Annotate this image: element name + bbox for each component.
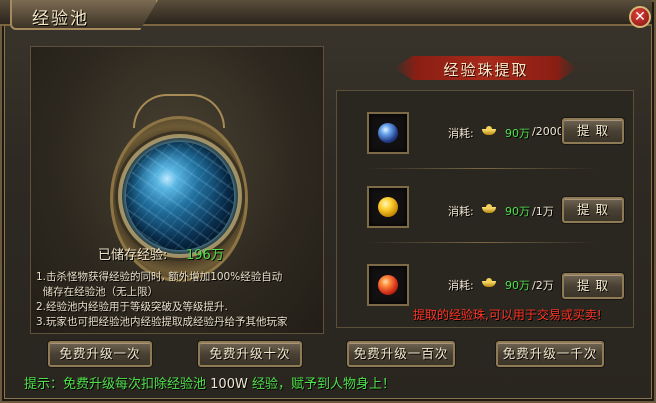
cost-have: 90万 — [505, 279, 530, 292]
cost-label: 消耗: — [448, 279, 474, 292]
gold-ingot-icon — [482, 126, 496, 135]
gold-ingot-icon — [482, 278, 496, 287]
stored-exp-label: 已储存经验: — [98, 248, 168, 263]
red-orb-icon — [378, 275, 398, 295]
cost-need: /1万 — [532, 205, 554, 218]
tip-text: 提示：免费升级每次扣除经验池 100W 经验，赋予到人物身上！ — [24, 373, 395, 392]
cost-need: /2万 — [532, 279, 554, 292]
extract-title: 经验珠提取 — [443, 61, 529, 79]
trade-note: 提取的经验珠,可以用于交易或买卖! — [413, 308, 602, 322]
gold-ingot-icon — [482, 204, 496, 213]
bead-slot-1 — [367, 112, 409, 154]
bead-slot-3 — [367, 264, 409, 306]
tip-suffix: 经验，赋予到人物身上！ — [251, 377, 395, 392]
note-line: 储存在经验池（无上限） — [36, 286, 159, 298]
row-divider — [366, 168, 600, 169]
close-icon[interactable]: ✕ — [629, 6, 651, 28]
cost-have: 90万 — [505, 127, 530, 140]
cost-have: 90万 — [505, 205, 530, 218]
tip-prefix: 提示：免费升级每次扣除经验池 — [24, 377, 207, 392]
upgrade-hundred-button[interactable]: 免费升级一百次 — [347, 341, 455, 367]
row-divider — [366, 242, 600, 243]
orb-display — [30, 46, 324, 282]
upgrade-once-button[interactable]: 免费升级一次 — [48, 341, 152, 367]
upgrade-ten-button[interactable]: 免费升级十次 — [198, 341, 302, 367]
blue-orb-icon — [378, 123, 398, 143]
stored-exp-value: 196万 — [186, 248, 224, 263]
gold-orb-icon — [378, 197, 398, 217]
cost-need: /2000 — [532, 125, 564, 138]
tip-amount: 100W — [210, 377, 248, 392]
bead-slot-2 — [367, 186, 409, 228]
extract-header: 经验珠提取 — [394, 50, 578, 84]
orb-texture — [126, 142, 234, 250]
upgrade-thousand-button[interactable]: 免费升级一千次 — [496, 341, 604, 367]
extract-button-2[interactable]: 提 取 — [562, 197, 624, 223]
cost-label: 消耗: — [448, 127, 474, 140]
window-title: 经验池 — [32, 9, 89, 29]
note-line: 2.经验池内经验用于等级突破及等级提升. — [36, 301, 228, 313]
note-line: 1.击杀怪物获得经验的同时, 额外增加100%经验自动 — [36, 271, 283, 283]
cost-label: 消耗: — [448, 205, 474, 218]
extract-button-3[interactable]: 提 取 — [562, 273, 624, 299]
extract-button-1[interactable]: 提 取 — [562, 118, 624, 144]
pool-notes: 1.击杀怪物获得经验的同时, 额外增加100%经验自动 储存在经验池（无上限） … — [36, 270, 336, 330]
note-line: 3.玩家也可把经验池内经验提取成经验丹给予其他玩家 — [36, 316, 288, 328]
